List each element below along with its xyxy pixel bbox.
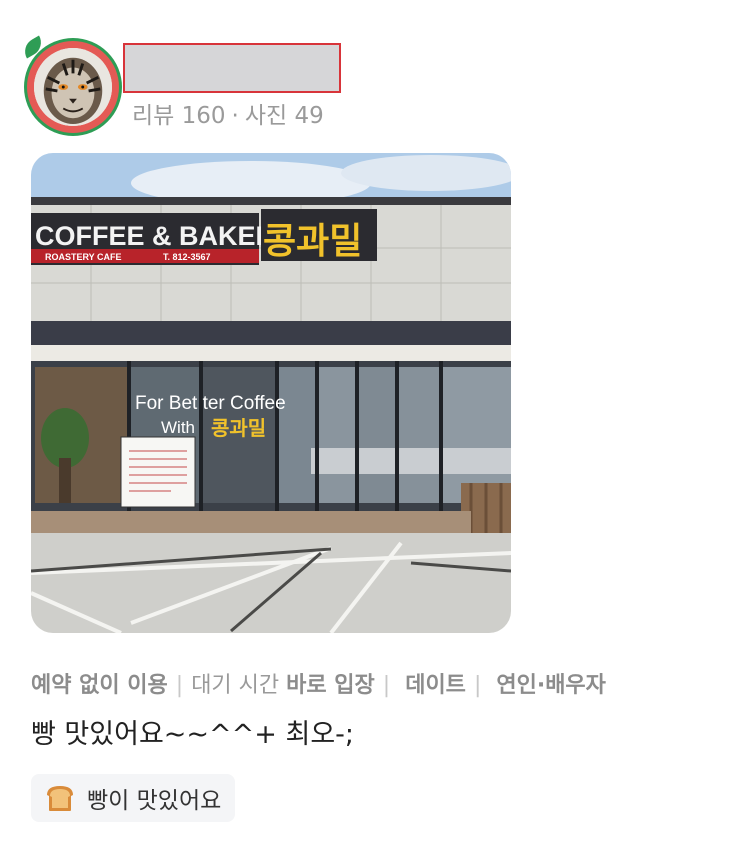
photo-count: 사진 49	[244, 103, 324, 129]
bread-icon	[47, 786, 73, 811]
sign-sub-text: ROASTERY CAFE	[45, 252, 122, 262]
stats-separator: ·	[231, 103, 239, 129]
reviewer-header: 리뷰 160 · 사진 49	[19, 35, 724, 138]
window-brand-text: 콩과밀	[211, 416, 266, 440]
review-text[interactable]: 빵 맛있어요~~^^+ 최오-;	[31, 712, 354, 751]
sign-phone-text: T. 812-3567	[163, 252, 211, 262]
window-text-line1: For Bet ter Coffee	[135, 393, 286, 414]
reviewer-avatar[interactable]	[19, 35, 122, 136]
reviewer-name-redacted[interactable]	[123, 43, 341, 93]
sign-main-text: COFFEE & BAKERY	[35, 221, 292, 251]
window-text-line2: With	[161, 418, 195, 437]
reviewer-stats: 리뷰 160 · 사진 49	[132, 96, 324, 130]
keyword-chip[interactable]: 빵이 맛있어요	[31, 774, 236, 822]
sign-brand-text: 콩과밀	[263, 221, 362, 262]
tiger-avatar-icon	[34, 48, 112, 126]
tag-divider: |	[473, 673, 482, 698]
tag-divider: |	[175, 673, 184, 698]
tag-wait-label: 대기 시간	[191, 673, 280, 698]
tag-divider: |	[382, 673, 391, 698]
tag-no-reservation: 예약 없이 이용	[31, 673, 168, 698]
tag-purpose: 데이트	[405, 673, 466, 698]
review-photo[interactable]: COFFEE & BAKERY ROASTERY CAFE T. 812-356…	[31, 153, 511, 633]
review-count: 리뷰 160	[132, 103, 226, 129]
keyword-chip-label: 빵이 맛있어요	[87, 788, 222, 814]
visit-tags: 예약 없이 이용 | 대기 시간 바로 입장 | 데이트 | 연인·배우자	[31, 667, 606, 699]
tag-companion: 연인·배우자	[496, 673, 606, 698]
tag-wait-value: 바로 입장	[286, 673, 375, 698]
